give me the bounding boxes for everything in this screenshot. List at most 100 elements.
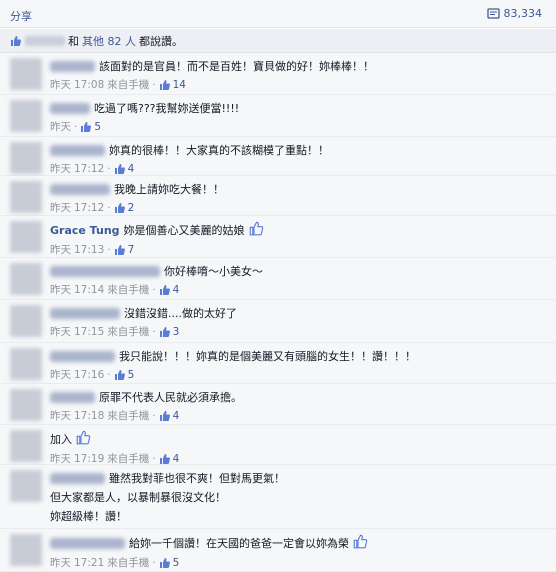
likes-tail-text: 都說讚。 — [139, 34, 183, 48]
post-action-bar: 分享 83,334 — [0, 0, 556, 28]
comment-time[interactable]: 17:15 — [74, 326, 104, 338]
commenter-avatar[interactable] — [10, 142, 42, 174]
like-count-value: 5 — [172, 556, 180, 569]
commenter-name-redacted[interactable] — [50, 537, 125, 549]
commenter-avatar[interactable] — [10, 348, 42, 380]
comment-like-count[interactable]: 14 — [159, 79, 186, 91]
commenter-avatar[interactable] — [10, 58, 42, 90]
comment-time[interactable]: 17:08 — [74, 79, 104, 91]
like-count-value: 4 — [127, 162, 135, 175]
commenter-avatar[interactable] — [10, 534, 42, 566]
comment-line: 給妳一千個讚！在天國的爸爸一定會以妳為榮 — [50, 534, 550, 552]
comment-count[interactable]: 83,334 — [486, 7, 543, 20]
others-likers-link[interactable]: 其他 82 人 — [82, 33, 136, 49]
commenter-avatar[interactable] — [10, 305, 42, 337]
comment-meta: 昨天 17:13 · 7 — [50, 242, 550, 257]
like-thumb-icon — [10, 35, 22, 47]
commenter-avatar[interactable] — [10, 263, 42, 295]
comment-body: 你好棒唷～小美女～ 昨天 17:14 來自手機 · 4 — [50, 263, 550, 297]
comment-text: 吃過了嗎???我幫妳送便當!!!! — [94, 102, 240, 115]
commenter-name-redacted[interactable] — [50, 350, 115, 362]
comment-line: 雖然我對菲也很不爽！但對馬更氣！ — [50, 470, 550, 486]
commenter-name-redacted[interactable] — [50, 307, 120, 319]
comment-day: 昨天 — [50, 202, 71, 214]
comment-item: 該面對的是官員！而不是百姓！寶貝做的好！妳棒棒！！ 昨天 17:08 來自手機 · 14 — [0, 53, 556, 95]
like-thumb-icon — [80, 121, 92, 133]
commenter-avatar[interactable] — [10, 430, 42, 462]
comment-time[interactable]: 17:16 — [74, 369, 104, 381]
comment-like-count[interactable]: 4 — [114, 162, 135, 175]
commenter-name-redacted[interactable] — [50, 183, 110, 195]
commenter-name-redacted[interactable] — [50, 102, 90, 114]
meta-separator: · — [107, 243, 111, 256]
meta-separator: · — [152, 325, 156, 338]
comment-list: 該面對的是官員！而不是百姓！寶貝做的好！妳棒棒！！ 昨天 17:08 來自手機 · 14 吃… — [0, 53, 556, 572]
comment-time[interactable]: 17:13 — [74, 244, 104, 256]
share-link[interactable]: 分享 — [10, 8, 32, 24]
commenter-avatar[interactable] — [10, 100, 42, 132]
meta-separator: · — [152, 283, 156, 296]
comment-text: 加入 — [50, 433, 72, 446]
comment-like-count[interactable]: 3 — [159, 326, 179, 338]
comment-count-value: 83,334 — [503, 7, 543, 20]
commenter-name-redacted[interactable] — [50, 144, 105, 156]
comment-text: 我只能說！！！妳真的是個美麗又有頭腦的女生！！讚！！！ — [119, 350, 416, 363]
comment-text: 妳超級棒！讚！ — [50, 510, 127, 523]
like-thumb-icon[interactable] — [353, 534, 368, 552]
comment-time[interactable]: 17:18 — [74, 410, 104, 422]
comments-panel: 分享 83,334 和 其他 82 人 都說讚。 該面對的是官員！而不是百姓！寶… — [0, 0, 556, 572]
comment-time[interactable]: 17:19 — [74, 453, 104, 465]
like-thumb-icon — [114, 369, 126, 381]
commenter-avatar[interactable] — [10, 470, 42, 502]
comment-line: 妳真的很棒！！大家真的不該糊模了重點！！ — [50, 142, 550, 158]
comment-line: 沒錯沒錯....做的太好了 — [50, 305, 550, 321]
comment-text: 該面對的是官員！而不是百姓！寶貝做的好！妳棒棒！！ — [99, 60, 374, 73]
comment-like-count[interactable]: 5 — [114, 369, 134, 381]
commenter-name-redacted[interactable] — [50, 472, 105, 484]
comment-line: 但大家都是人，以暴制暴很沒文化！ — [50, 489, 550, 505]
like-count-value: 5 — [94, 120, 102, 133]
comment-day: 昨天 — [50, 121, 71, 133]
comment-via: 來自手機 — [107, 326, 150, 338]
comment-body: 吃過了嗎???我幫妳送便當!!!! 昨天 · 5 — [50, 100, 550, 134]
comment-meta: 昨天 17:16 · 5 — [50, 367, 550, 382]
comment-line: 原罪不代表人民就必須承擔。 — [50, 389, 550, 405]
comment-time[interactable]: 17:21 — [74, 557, 104, 569]
commenter-name-link[interactable]: Grace Tung — [50, 224, 120, 237]
comment-item: 我只能說！！！妳真的是個美麗又有頭腦的女生！！讚！！！ 昨天 17:16 · 5 — [0, 343, 556, 384]
comment-like-count[interactable]: 2 — [114, 202, 134, 214]
comment-meta: 昨天 · 5 — [50, 119, 550, 134]
like-thumb-icon[interactable] — [76, 430, 91, 448]
comment-text: 妳是個善心又美麗的姑娘 — [123, 224, 245, 237]
comment-time[interactable]: 17:12 — [74, 202, 104, 214]
commenter-name-redacted[interactable] — [50, 265, 160, 277]
comment-like-count[interactable]: 4 — [159, 453, 179, 465]
comment-line: 我只能說！！！妳真的是個美麗又有頭腦的女生！！讚！！！ — [50, 348, 550, 364]
like-summary-bar: 和 其他 82 人 都說讚。 — [0, 29, 556, 53]
comment-like-count[interactable]: 4 — [159, 409, 180, 422]
comment-meta: 昨天 17:14 來自手機 · 4 — [50, 282, 550, 297]
commenter-name-redacted[interactable] — [50, 60, 95, 72]
commenter-avatar[interactable] — [10, 389, 42, 421]
comment-like-count[interactable]: 7 — [114, 244, 134, 256]
comment-like-count[interactable]: 5 — [159, 556, 180, 569]
liker-name-redacted[interactable] — [25, 35, 65, 46]
comment-text: 原罪不代表人民就必須承擔。 — [99, 391, 242, 404]
comment-item: 雖然我對菲也很不爽！但對馬更氣！但大家都是人，以暴制暴很沒文化！妳超級棒！讚！昨… — [0, 465, 556, 541]
comment-time[interactable]: 17:14 — [74, 284, 104, 296]
commenter-avatar[interactable] — [10, 221, 42, 253]
like-count-value: 4 — [172, 409, 180, 422]
comment-day: 昨天 — [50, 163, 71, 175]
commenter-avatar[interactable] — [10, 181, 42, 213]
comment-item: 我晚上請妳吃大餐！！ 昨天 17:12 · 2 — [0, 176, 556, 216]
like-thumb-icon — [159, 557, 171, 569]
comment-body: 我晚上請妳吃大餐！！ 昨天 17:12 · 2 — [50, 181, 550, 215]
like-thumb-icon[interactable] — [249, 221, 264, 239]
comment-line: 吃過了嗎???我幫妳送便當!!!! — [50, 100, 550, 116]
commenter-name-redacted[interactable] — [50, 391, 95, 403]
comment-like-count[interactable]: 4 — [159, 284, 179, 296]
comment-text: 沒錯沒錯....做的太好了 — [124, 307, 237, 320]
comment-time[interactable]: 17:12 — [74, 163, 104, 175]
comment-item: 妳真的很棒！！大家真的不該糊模了重點！！ 昨天 17:12 · 4 — [0, 137, 556, 176]
comment-like-count[interactable]: 5 — [80, 121, 101, 133]
